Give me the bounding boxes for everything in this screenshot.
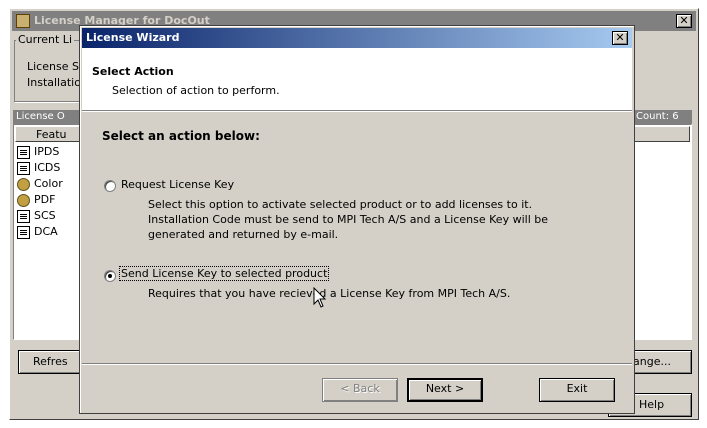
request-license-key-description: Select this option to activate selected … — [148, 198, 548, 241]
footer-divider — [82, 363, 632, 364]
wizard-header — [82, 48, 632, 111]
close-icon: ✕ — [679, 14, 689, 27]
mouse-pointer-icon — [313, 287, 327, 308]
request-license-key-label[interactable]: Request License Key — [121, 178, 234, 191]
current-license-group-title: Current Li — [16, 33, 74, 46]
license-count: Count: 6 — [636, 111, 679, 122]
wizard-close-button[interactable]: ✕ — [612, 31, 628, 45]
back-button[interactable]: < Back — [322, 378, 398, 402]
wizard-titlebar[interactable]: License Wizard ✕ — [82, 28, 632, 48]
request-license-key-radio[interactable] — [104, 180, 116, 192]
document-icon — [17, 145, 30, 159]
gear-icon — [17, 193, 30, 207]
document-icon — [17, 225, 30, 239]
wizard-title: License Wizard — [86, 31, 180, 44]
gear-icon — [17, 177, 30, 191]
action-prompt: Select an action below: — [102, 129, 260, 143]
send-license-key-description: Requires that you have recieved a Licens… — [148, 287, 511, 300]
main-close-button[interactable]: ✕ — [676, 14, 692, 28]
send-license-key-radio[interactable] — [104, 270, 116, 282]
document-icon — [17, 161, 30, 175]
close-icon: ✕ — [615, 31, 625, 44]
document-icon — [17, 209, 30, 223]
send-license-key-label[interactable]: Send License Key to selected product — [118, 266, 330, 281]
wizard-header-title: Select Action — [92, 65, 174, 78]
header-divider — [82, 111, 632, 112]
exit-button[interactable]: Exit — [539, 378, 615, 402]
next-button[interactable]: Next > — [407, 378, 483, 402]
wizard-header-subtitle: Selection of action to perform. — [112, 84, 280, 97]
license-label: License S — [27, 60, 79, 73]
column-header-right[interactable] — [630, 126, 690, 142]
installation-label: Installatio — [27, 76, 81, 89]
refresh-button[interactable]: Refres — [18, 350, 88, 374]
app-icon — [16, 14, 30, 28]
license-list-header: License O — [16, 111, 65, 122]
